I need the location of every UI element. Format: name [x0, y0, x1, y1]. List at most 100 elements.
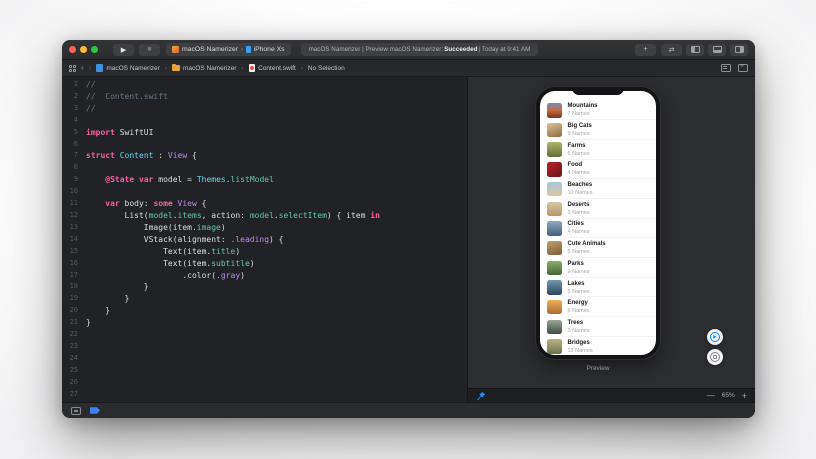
line-number[interactable]: 5: [62, 127, 86, 139]
code-line[interactable]: 2// Content.swift: [62, 91, 467, 103]
line-number[interactable]: 15: [62, 246, 86, 258]
code-line[interactable]: 24: [62, 353, 467, 365]
adjust-editor-bottom-icon[interactable]: [71, 407, 81, 415]
list-item[interactable]: Energy6 Names: [540, 297, 656, 317]
live-preview-button[interactable]: ▶: [707, 329, 723, 345]
source-editor[interactable]: 1//2// Content.swift3//45import SwiftUI6…: [62, 77, 467, 402]
line-number[interactable]: 4: [62, 115, 86, 127]
code-line[interactable]: 22: [62, 329, 467, 341]
line-number[interactable]: 6: [62, 139, 86, 151]
code-line[interactable]: 23: [62, 341, 467, 353]
code-line[interactable]: 4: [62, 115, 467, 127]
code-line[interactable]: 1//: [62, 79, 467, 91]
line-number[interactable]: 17: [62, 270, 86, 282]
pin-icon[interactable]: [476, 391, 486, 401]
line-number[interactable]: 24: [62, 353, 86, 365]
code-review-button[interactable]: ⇄: [661, 44, 682, 56]
preview-on-device-button[interactable]: [707, 349, 723, 365]
run-button[interactable]: ▶: [113, 44, 134, 56]
zoom-in-button[interactable]: +: [742, 391, 747, 401]
list-item[interactable]: Farms5 Names: [540, 140, 656, 160]
line-number[interactable]: 1: [62, 79, 86, 91]
code-line[interactable]: 16 Text(item.subtitle): [62, 258, 467, 270]
list-item[interactable]: Deserts3 Names: [540, 199, 656, 219]
code-line[interactable]: 3//: [62, 103, 467, 115]
add-editor-icon[interactable]: [738, 64, 748, 72]
code-line[interactable]: 8: [62, 162, 467, 174]
line-number[interactable]: 9: [62, 174, 86, 186]
close-window-button[interactable]: [69, 46, 76, 53]
list-item[interactable]: Cities4 Names: [540, 219, 656, 239]
list-item[interactable]: Cute Animals5 Names: [540, 238, 656, 258]
line-number[interactable]: 27: [62, 389, 86, 401]
line-number[interactable]: 10: [62, 186, 86, 198]
list-item[interactable]: Food4 Names: [540, 160, 656, 180]
code-line[interactable]: 18 }: [62, 281, 467, 293]
code-line[interactable]: 27: [62, 389, 467, 401]
list-item[interactable]: Bridges13 Names: [540, 337, 656, 355]
code-line[interactable]: 14 VStack(alignment: .leading) {: [62, 234, 467, 246]
row-title: Deserts: [568, 202, 590, 209]
zoom-level[interactable]: 65%: [722, 392, 735, 399]
code-line[interactable]: 6: [62, 139, 467, 151]
list-item[interactable]: Big Cats9 Names: [540, 120, 656, 140]
line-number[interactable]: 11: [62, 198, 86, 210]
breadcrumb-file[interactable]: Content.swift: [249, 64, 296, 72]
list-item[interactable]: Parks9 Names: [540, 258, 656, 278]
code-line[interactable]: 9 @State var model = Themes.listModel: [62, 174, 467, 186]
line-number[interactable]: 25: [62, 365, 86, 377]
line-number[interactable]: 3: [62, 103, 86, 115]
line-number[interactable]: 28: [62, 400, 86, 402]
line-number[interactable]: 23: [62, 341, 86, 353]
code-line[interactable]: 5import SwiftUI: [62, 127, 467, 139]
toggle-navigator-button[interactable]: [686, 44, 704, 56]
line-number[interactable]: 18: [62, 281, 86, 293]
line-number[interactable]: 20: [62, 305, 86, 317]
breadcrumb-project[interactable]: macOS Namerizer: [96, 64, 159, 72]
zoom-window-button[interactable]: [91, 46, 98, 53]
code-line[interactable]: 28: [62, 400, 467, 402]
toggle-inspector-button[interactable]: [730, 44, 748, 56]
line-number[interactable]: 21: [62, 317, 86, 329]
line-number[interactable]: 16: [62, 258, 86, 270]
line-number[interactable]: 2: [62, 91, 86, 103]
line-number[interactable]: 7: [62, 150, 86, 162]
scheme-selector[interactable]: macOS Namerizer › iPhone Xs: [166, 43, 291, 56]
line-number[interactable]: 12: [62, 210, 86, 222]
line-number[interactable]: 13: [62, 222, 86, 234]
code-line[interactable]: 20 }: [62, 305, 467, 317]
toggle-debug-area-button[interactable]: [708, 44, 726, 56]
list-item[interactable]: Beaches10 Names: [540, 179, 656, 199]
line-number[interactable]: 19: [62, 293, 86, 305]
line-number[interactable]: 8: [62, 162, 86, 174]
code-line[interactable]: 7struct Content : View {: [62, 150, 467, 162]
code-line[interactable]: 15 Text(item.title): [62, 246, 467, 258]
code-line[interactable]: 17 .color(.gray): [62, 270, 467, 282]
line-number[interactable]: 14: [62, 234, 86, 246]
code-line[interactable]: 11 var body: some View {: [62, 198, 467, 210]
back-button[interactable]: ‹: [81, 64, 84, 72]
code-line[interactable]: 12 List(model.items, action: model.selec…: [62, 210, 467, 222]
breakpoint-icon[interactable]: [90, 407, 100, 414]
zoom-out-button[interactable]: —: [707, 391, 715, 400]
iphone-screen[interactable]: Mountains7 NamesBig Cats9 NamesFarms5 Na…: [540, 91, 656, 355]
minimize-window-button[interactable]: [80, 46, 87, 53]
stop-button[interactable]: ■: [139, 44, 160, 56]
breadcrumb-group[interactable]: macOS Namerizer: [172, 65, 236, 72]
list-item[interactable]: Trees3 Names: [540, 317, 656, 337]
list-item[interactable]: Mountains7 Names: [540, 101, 656, 121]
code-line[interactable]: 26: [62, 377, 467, 389]
line-number[interactable]: 22: [62, 329, 86, 341]
code-line[interactable]: 19 }: [62, 293, 467, 305]
line-number[interactable]: 26: [62, 377, 86, 389]
code-line[interactable]: 13 Image(item.image): [62, 222, 467, 234]
adjust-editor-options-icon[interactable]: [721, 64, 731, 72]
library-add-button[interactable]: +: [635, 44, 656, 56]
forward-button[interactable]: ›: [89, 64, 92, 72]
related-items-icon[interactable]: [69, 65, 76, 72]
list-item[interactable]: Lakes5 Names: [540, 278, 656, 298]
code-line[interactable]: 25: [62, 365, 467, 377]
breadcrumb-selection[interactable]: No Selection: [308, 65, 345, 72]
code-line[interactable]: 10: [62, 186, 467, 198]
code-line[interactable]: 21}: [62, 317, 467, 329]
